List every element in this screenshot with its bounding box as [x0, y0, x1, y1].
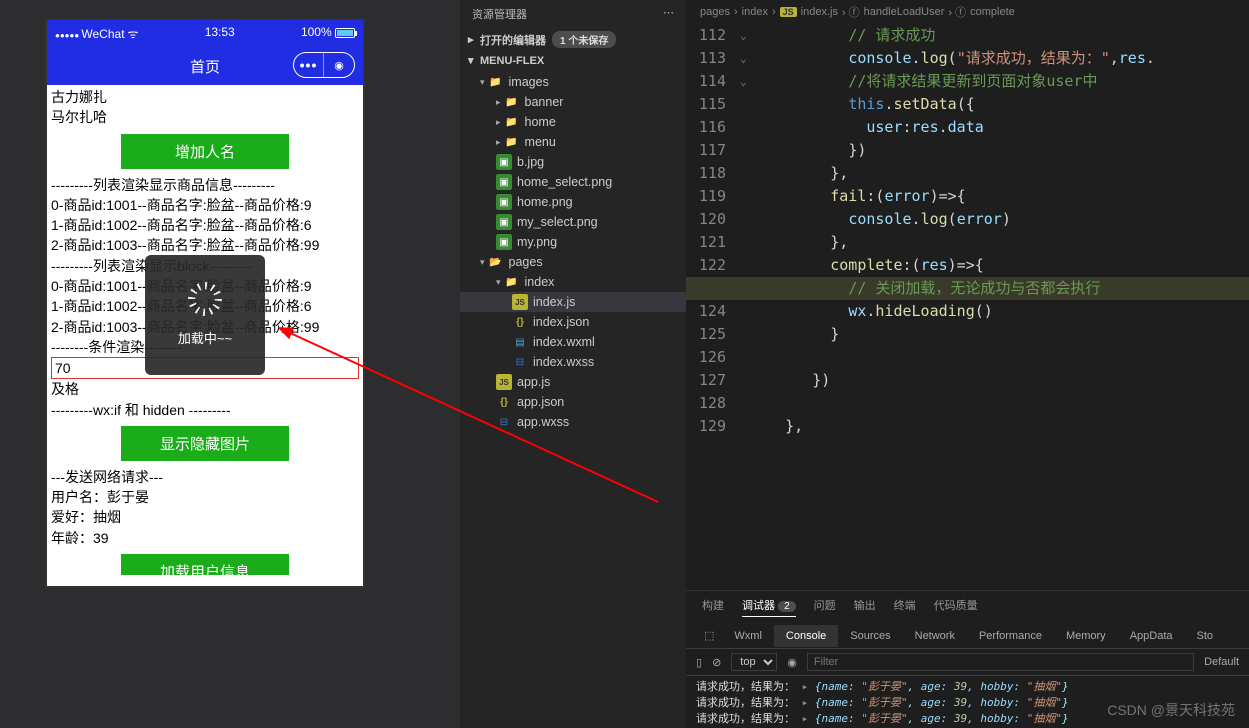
- file-index-js[interactable]: JSindex.js: [460, 292, 686, 312]
- goods-item: 0-商品id:1001--商品名字:脸盆--商品价格:9: [51, 195, 359, 215]
- tab-problems[interactable]: 问题: [814, 597, 836, 617]
- console-output: 请求成功，结果为： ▸ {name: "彭于晏", age: 39, hobby…: [686, 676, 1249, 728]
- file-index-wxml[interactable]: ▤index.wxml: [460, 332, 686, 352]
- code-lines[interactable]: // 请求成功 console.log("请求成功，结果为：",res. //将…: [758, 24, 1249, 438]
- tab-build[interactable]: 构建: [702, 597, 724, 617]
- eye-icon[interactable]: ◉: [787, 656, 797, 669]
- file-item[interactable]: ▣home_select.png: [460, 172, 686, 192]
- carrier: WeChatᯤ: [55, 25, 139, 42]
- project-section[interactable]: ▾MENU-FLEX: [460, 51, 686, 70]
- capsule-close-icon[interactable]: ◉: [324, 53, 354, 77]
- load-user-button[interactable]: 加载用户信息: [121, 554, 289, 575]
- capsule-more-icon[interactable]: •••: [294, 53, 324, 77]
- statusbar: WeChatᯤ 13:53 100%: [47, 20, 363, 47]
- goods-item: 1-商品id:1002--商品名字:脸盆--商品价格:6: [51, 215, 359, 235]
- devtab-console[interactable]: Console: [774, 625, 838, 647]
- folder-images[interactable]: ▾📁images: [460, 72, 686, 92]
- default-levels[interactable]: Default: [1204, 656, 1239, 668]
- age-row: 年龄：39: [51, 528, 359, 548]
- folder-menu[interactable]: ▸📁menu: [460, 132, 686, 152]
- file-index-wxss[interactable]: ⊟index.wxss: [460, 352, 686, 372]
- explorer-title: 资源管理器⋯: [460, 0, 686, 28]
- tab-terminal[interactable]: 终端: [894, 597, 916, 617]
- fold-column[interactable]: ⌄⌄⌄: [740, 24, 758, 438]
- goods-item: 2-商品id:1003--商品名字:脸盆--商品价格:99: [51, 235, 359, 255]
- file-item[interactable]: ▣my_select.png: [460, 212, 686, 232]
- sidebar-toggle-icon[interactable]: ▯: [696, 656, 702, 669]
- battery: 100%: [301, 25, 355, 42]
- tab-codequality[interactable]: 代码质量: [934, 597, 978, 617]
- file-index-json[interactable]: {}index.json: [460, 312, 686, 332]
- devtab-memory[interactable]: Memory: [1054, 625, 1118, 647]
- code-editor[interactable]: pages › index › JS index.js › ⓕ handleLo…: [686, 0, 1249, 590]
- file-tree: ▾📁images ▸📁banner ▸📁home ▸📁menu ▣b.jpg ▣…: [460, 70, 686, 434]
- devtab-wxml[interactable]: Wxml: [722, 625, 774, 647]
- folder-banner[interactable]: ▸📁banner: [460, 92, 686, 112]
- section-header: ---发送网络请求---: [51, 467, 359, 487]
- name-item: 马尔扎哈: [51, 107, 359, 127]
- spinner-icon: [188, 282, 222, 316]
- devtab-sources[interactable]: Sources: [838, 625, 902, 647]
- add-name-button[interactable]: 增加人名: [121, 134, 289, 169]
- section-header: ---------列表渲染显示商品信息---------: [51, 175, 359, 195]
- capsule-menu[interactable]: ••• ◉: [293, 52, 355, 78]
- toggle-image-button[interactable]: 显示隐藏图片: [121, 426, 289, 461]
- devtab-storage[interactable]: Sto: [1185, 625, 1226, 647]
- line-gutter: 1121131141151161171181191201211221231241…: [686, 24, 740, 438]
- devtab-appdata[interactable]: AppData: [1118, 625, 1185, 647]
- context-select[interactable]: top: [731, 653, 777, 671]
- bottom-tabs: 构建 调试器 2 问题 输出 终端 代码质量: [686, 591, 1249, 623]
- tab-debugger[interactable]: 调试器 2: [742, 597, 796, 617]
- tab-output[interactable]: 输出: [854, 597, 876, 617]
- loading-text: 加载中~~: [178, 330, 232, 349]
- simulator-body: 古力娜扎 马尔扎哈 增加人名 ---------列表渲染显示商品信息------…: [47, 85, 363, 575]
- breadcrumb[interactable]: pages › index › JS index.js › ⓕ handleLo…: [686, 0, 1249, 24]
- folder-index[interactable]: ▾📁index: [460, 272, 686, 292]
- devtab-network[interactable]: Network: [903, 625, 967, 647]
- hobby-row: 爱好：抽烟: [51, 507, 359, 527]
- bottom-panel: 构建 调试器 2 问题 输出 终端 代码质量 ⬚ Wxml Console So…: [686, 590, 1249, 728]
- file-item[interactable]: ▣b.jpg: [460, 152, 686, 172]
- clear-console-icon[interactable]: ⊘: [712, 656, 721, 669]
- file-item[interactable]: ▣my.png: [460, 232, 686, 252]
- file-app-js[interactable]: JSapp.js: [460, 372, 686, 392]
- folder-home[interactable]: ▸📁home: [460, 112, 686, 132]
- file-app-wxss[interactable]: ⊟app.wxss: [460, 412, 686, 432]
- open-editors-section[interactable]: ▸打开的编辑器 1 个未保存: [460, 28, 686, 51]
- file-app-json[interactable]: {}app.json: [460, 392, 686, 412]
- section-header: ---------wx:if 和 hidden ---------: [51, 400, 359, 420]
- folder-pages[interactable]: ▾📂pages: [460, 252, 686, 272]
- more-icon[interactable]: ⋯: [663, 6, 674, 22]
- loading-toast: 加载中~~: [145, 255, 265, 375]
- user-name-row: 用户名：彭于晏: [51, 487, 359, 507]
- explorer-panel: 资源管理器⋯ ▸打开的编辑器 1 个未保存 ▾MENU-FLEX ▾📁image…: [460, 0, 686, 728]
- nav-header: 首页 ••• ◉: [47, 47, 363, 85]
- console-toolbar: ▯ ⊘ top ◉ Default: [686, 649, 1249, 676]
- wechat-simulator: WeChatᯤ 13:53 100% 首页 ••• ◉ 古力娜扎 马尔扎哈 增加…: [45, 18, 365, 588]
- score-result: 及格: [51, 379, 359, 399]
- select-element-icon[interactable]: ⬚: [696, 624, 722, 647]
- devtools-tabs: ⬚ Wxml Console Sources Network Performan…: [686, 623, 1249, 649]
- devtab-performance[interactable]: Performance: [967, 625, 1054, 647]
- unsaved-badge: 1 个未保存: [552, 31, 616, 48]
- statusbar-time: 13:53: [205, 25, 235, 42]
- file-item[interactable]: ▣home.png: [460, 192, 686, 212]
- page-title: 首页: [190, 56, 220, 77]
- filter-input[interactable]: [807, 653, 1194, 671]
- name-item: 古力娜扎: [51, 87, 359, 107]
